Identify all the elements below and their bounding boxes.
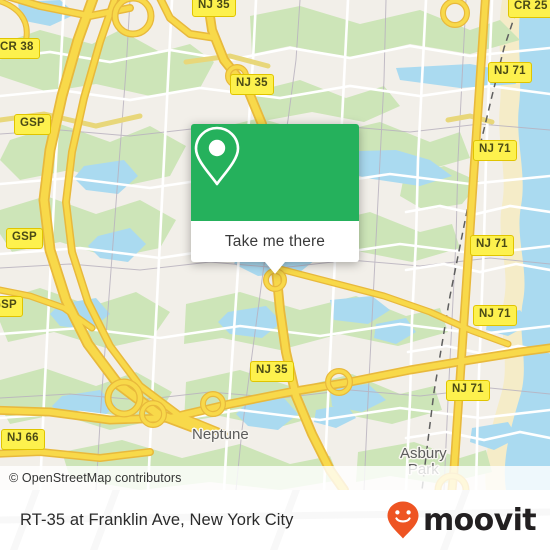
popup-pointer [265,262,285,274]
road-shield: NJ 71 [470,235,514,256]
stop-title-text: RT-35 at Franklin Ave, New York City [20,510,294,529]
map-pin-icon [194,126,240,186]
take-me-there-button[interactable]: Take me there [225,233,325,251]
road-shield: NJ 35 [192,0,236,17]
popup-header [191,124,359,221]
place-label-line: Neptune [192,426,249,443]
road-shield: NJ 66 [1,429,45,450]
popup-footer[interactable]: Take me there [191,221,359,274]
moovit-wordmark: moovit [422,502,537,538]
place-label: Neptune [192,426,249,443]
moovit-map-screenshot: CR 38 NJ 35 CR 25 NJ 71 GSP NJ 35 NJ 71 NJ 71 GS… [0,0,550,550]
place-label-line: Asbury [400,445,447,462]
page-title: RT-35 at Franklin Ave, New York City [20,490,294,550]
road-shield: NJ 35 [230,74,274,95]
road-shield: GSP [6,228,43,249]
road-shield: NJ 35 [250,361,294,382]
station-popup-card[interactable]: Take me there [191,124,359,274]
road-shield: CR 25 [508,0,550,18]
road-shield: NJ 71 [488,62,532,83]
map-attribution[interactable]: © OpenStreetMap contributors [0,466,550,490]
moovit-smiling-pin-icon [387,501,419,539]
road-shield: CR 38 [0,38,40,59]
road-shield: NJ 71 [446,380,490,401]
road-shield: NJ 71 [473,140,517,161]
road-shield: NJ 71 [473,305,517,326]
map-canvas[interactable]: CR 38 NJ 35 CR 25 NJ 71 GSP NJ 35 NJ 71 NJ 71 GS… [0,0,550,490]
road-shield: GSP [0,296,23,317]
road-shield: GSP [14,114,51,135]
moovit-logo[interactable]: moovit [386,490,537,550]
attribution-text: © OpenStreetMap contributors [9,471,182,485]
footer-bar: RT-35 at Franklin Ave, New York City moo… [0,490,550,550]
